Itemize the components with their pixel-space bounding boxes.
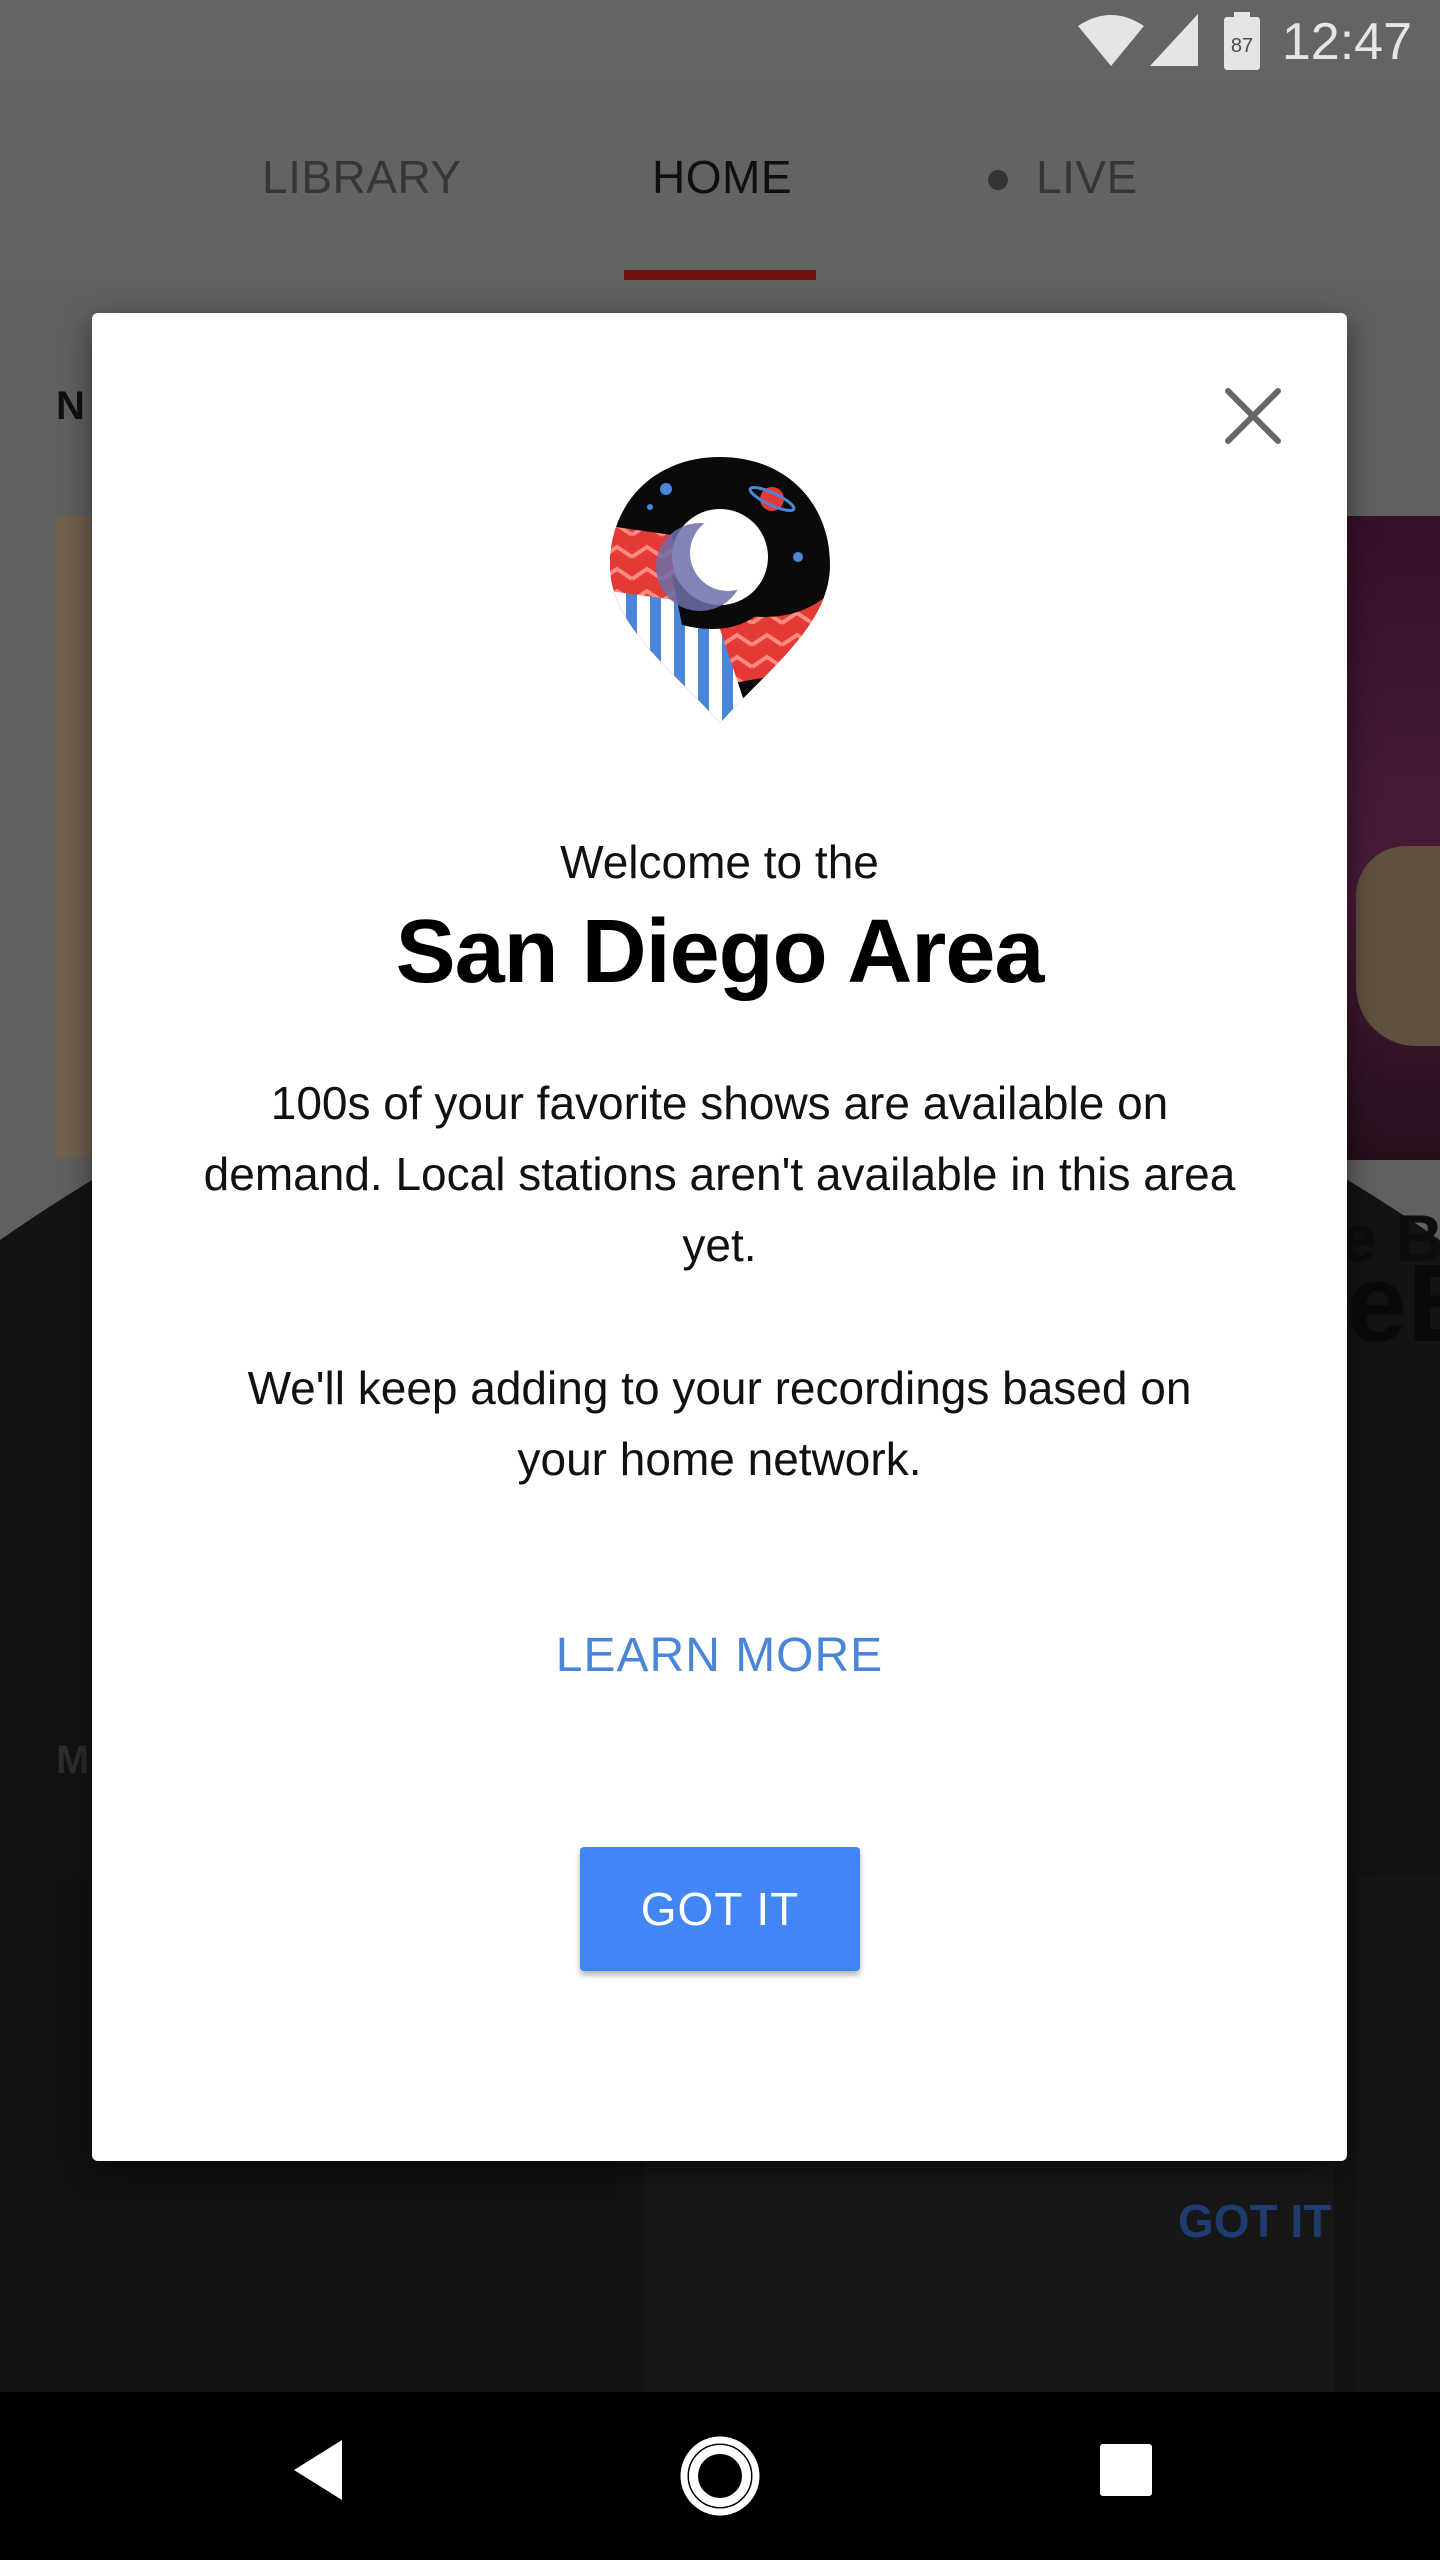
home-icon[interactable] xyxy=(678,2434,762,2518)
description-text: 100s of your favorite shows are availabl… xyxy=(203,1077,1236,1271)
area-title: San Diego Area xyxy=(395,902,1045,1002)
navigation-bar xyxy=(0,2392,1440,2560)
close-icon[interactable] xyxy=(1210,373,1296,459)
location-pin-icon xyxy=(610,457,830,723)
learn-more-link[interactable]: LEARN MORE xyxy=(92,1628,1347,1683)
recordings-note: We'll keep adding to your recordings bas… xyxy=(247,1362,1192,1485)
welcome-text: Welcome to the xyxy=(560,836,879,888)
background-got-it: GOT IT xyxy=(1178,2195,1332,2247)
back-icon[interactable] xyxy=(290,2438,346,2502)
recents-icon[interactable] xyxy=(1098,2442,1154,2498)
welcome-dialog: Welcome to the San Diego Area 100s of yo… xyxy=(92,313,1347,2161)
got-it-button[interactable]: GOT IT xyxy=(580,1847,860,1971)
